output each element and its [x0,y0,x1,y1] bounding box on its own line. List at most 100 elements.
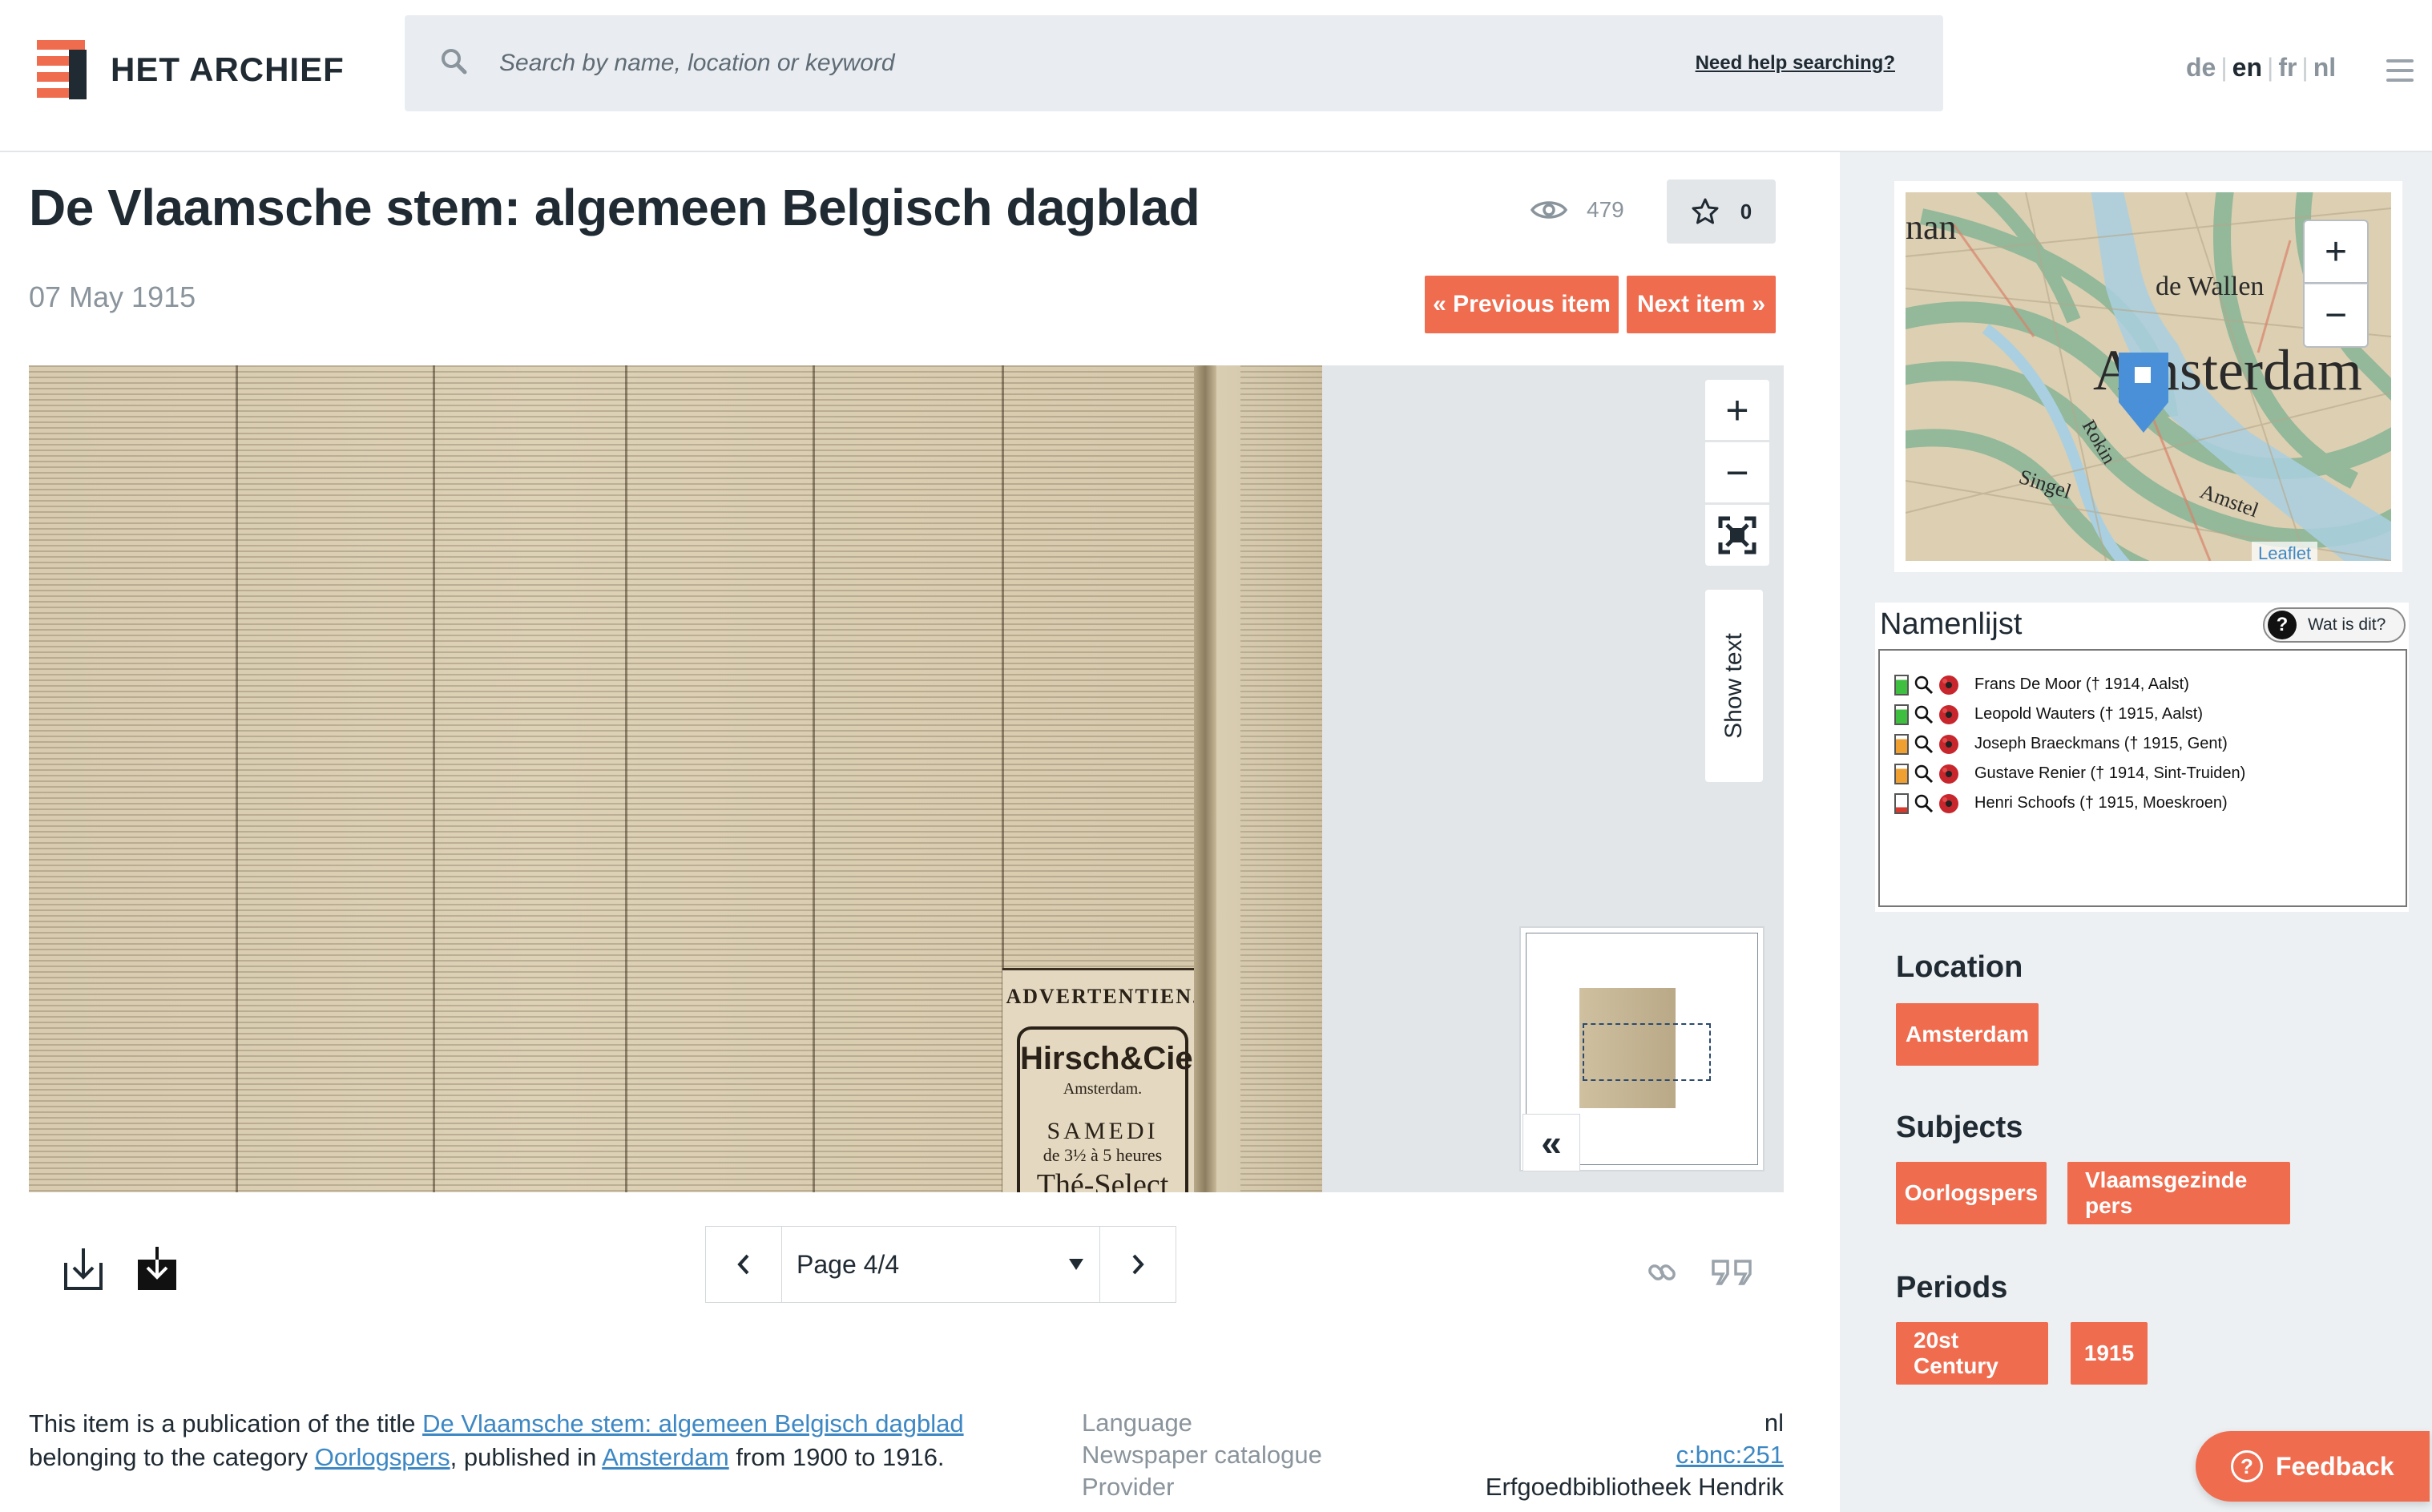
map-label-left: nan [1906,208,1957,247]
map-zoom-out-button[interactable]: − [2303,284,2369,348]
next-item-button[interactable]: Next item » [1627,276,1776,333]
next-page-button[interactable] [1099,1226,1176,1303]
namenlijst-item-label: Henri Schoofs († 1915, Moeskroen) [1974,794,2228,812]
previous-page-button[interactable] [705,1226,782,1303]
show-text-label: Show text [1720,633,1748,739]
magnifier-icon[interactable] [1914,675,1934,696]
namenlijst-item-label: Gustave Renier († 1914, Sint-Truiden) [1974,764,2246,782]
map-zoom-in-button[interactable]: + [2303,220,2369,284]
title-link[interactable]: De Vlaamsche stem: algemeen Belgisch dag… [422,1409,964,1437]
zoom-out-button[interactable]: − [1705,442,1769,503]
lang-de[interactable]: de [2186,53,2216,82]
subjects-heading: Subjects [1896,1111,2023,1144]
collapse-minimap-button[interactable]: « [1523,1114,1580,1171]
magnifier-icon[interactable] [1914,793,1934,814]
previous-item-button[interactable]: « Previous item [1425,276,1619,333]
magnifier-icon[interactable] [1914,734,1934,755]
chevron-left-icon [737,1254,749,1275]
fullscreen-icon [1718,516,1756,554]
namenlijst-item[interactable]: Frans De Moor († 1914, Aalst) [1880,670,2406,700]
show-text-button[interactable]: Show text [1705,590,1763,782]
status-swatch-icon [1894,674,1909,696]
view-count: 479 [1531,197,1624,223]
question-icon: ? [2231,1450,2263,1482]
search-bar: Need help searching? [405,15,1943,111]
namenlijst-item[interactable]: Gustave Renier († 1914, Sint-Truiden) [1880,759,2406,788]
namenlijst-list: Frans De Moor († 1914, Aalst) Leopold Wau… [1878,649,2407,907]
poppy-icon[interactable] [1938,763,1960,785]
favorite-count: 0 [1740,199,1752,224]
favorite-button[interactable]: 0 [1667,179,1776,244]
subject-tag[interactable]: Vlaamsgezinde pers [2067,1162,2290,1224]
logo-text: HET ARCHIEF [111,50,345,88]
feedback-button[interactable]: ? Feedback [2196,1431,2430,1502]
location-tag[interactable]: Amsterdam [1896,1003,2039,1066]
status-swatch-icon [1894,792,1909,814]
namenlijst-item-label: Frans De Moor († 1914, Aalst) [1974,675,2189,693]
advert-tea: Thé-Select [1036,1168,1169,1192]
magnifier-icon[interactable] [1914,764,1934,784]
item-description: This item is a publication of the title … [29,1409,964,1471]
namenlijst-title: Namenlijst [1880,607,2023,641]
magnifier-icon[interactable] [1914,704,1934,725]
download-page-icon[interactable] [59,1245,107,1293]
document-viewer: ADVERTENTIEN. Hirsch&Cie Amsterdam. SAME… [29,365,1784,1303]
advertisement-block: ADVERTENTIEN. Hirsch&Cie Amsterdam. SAME… [1002,968,1203,1192]
advert-city: Amsterdam. [1063,1080,1143,1098]
status-swatch-icon [1894,763,1909,784]
poppy-icon[interactable] [1938,674,1960,696]
namenlijst-item[interactable]: Henri Schoofs († 1915, Moeskroen) [1880,788,2406,818]
period-tag[interactable]: 1915 [2071,1322,2148,1385]
page-margin [1216,365,1322,1192]
caret-down-icon [1069,1259,1083,1270]
period-tag[interactable]: 20st Century [1896,1322,2048,1385]
search-icon[interactable] [438,46,470,78]
publication-date: 07 May 1915 [29,280,196,313]
namenlijst-item-label: Joseph Braeckmans († 1915, Gent) [1974,735,2228,752]
periods-heading: Periods [1896,1271,2008,1304]
advert-box: Hirsch&Cie Amsterdam. SAMEDI de 3½ à 5 h… [1017,1026,1193,1192]
menu-icon[interactable] [2386,59,2414,83]
minimap-viewport[interactable] [1583,1023,1711,1081]
eye-icon [1531,201,1567,219]
link-icon[interactable] [1646,1256,1678,1288]
poppy-icon[interactable] [1938,733,1960,756]
map-label-wallen: de Wallen [2156,272,2264,301]
lang-en[interactable]: en [2232,53,2262,82]
subject-tag[interactable]: Oorlogspers [1896,1162,2047,1224]
namenlijst-item[interactable]: Leopold Wauters († 1915, Aalst) [1880,700,2406,729]
search-help-link[interactable]: Need help searching? [1696,52,1895,75]
advert-time: de 3½ à 5 heures [1043,1145,1163,1165]
metadata-row: Provider Erfgoedbibliotheek Hendrik [1082,1473,1784,1501]
lang-nl[interactable]: nl [2313,53,2336,82]
catalogue-link[interactable]: c:bnc:251 [1676,1439,1784,1471]
page-select-value: Page 4/4 [797,1249,900,1279]
quote-icon[interactable] [1710,1256,1755,1288]
view-count-value: 479 [1587,197,1624,222]
leaflet-attribution[interactable]: Leaflet [2252,542,2318,566]
page-spine [1194,365,1216,1192]
site-header: HET ARCHIEF Need help searching? de|en|f… [0,0,2432,152]
newspaper-page-image[interactable]: ADVERTENTIEN. Hirsch&Cie Amsterdam. SAME… [29,365,1322,1192]
star-icon [1692,198,1719,224]
page-select[interactable]: Page 4/4 [782,1226,1099,1303]
poppy-icon[interactable] [1938,792,1960,815]
search-input[interactable] [499,39,1701,87]
map-marker-icon[interactable] [2115,349,2172,436]
advert-brand: Hirsch&Cie [1020,1041,1193,1076]
namenlijst-item[interactable]: Joseph Braeckmans († 1915, Gent) [1880,729,2406,759]
poppy-icon[interactable] [1938,704,1960,726]
namenlijst-help-button[interactable]: ? Wat is dit? [2263,607,2406,643]
zoom-in-button[interactable]: + [1705,380,1769,441]
page-title: De Vlaamsche stem: algemeen Belgisch dag… [29,179,1200,236]
chevron-right-icon [1132,1254,1144,1275]
place-link[interactable]: Amsterdam [602,1443,728,1471]
status-swatch-icon [1894,733,1909,755]
language-switcher: de | en | fr | nl [2186,53,2337,82]
download-all-icon[interactable] [133,1245,181,1293]
metadata-row: Newspaper catalogue c:bnc:251 [1082,1439,1784,1471]
fullscreen-button[interactable] [1705,505,1769,566]
site-logo[interactable]: HET ARCHIEF [32,35,345,104]
lang-fr[interactable]: fr [2278,53,2297,82]
category-link[interactable]: Oorlogspers [315,1443,450,1471]
